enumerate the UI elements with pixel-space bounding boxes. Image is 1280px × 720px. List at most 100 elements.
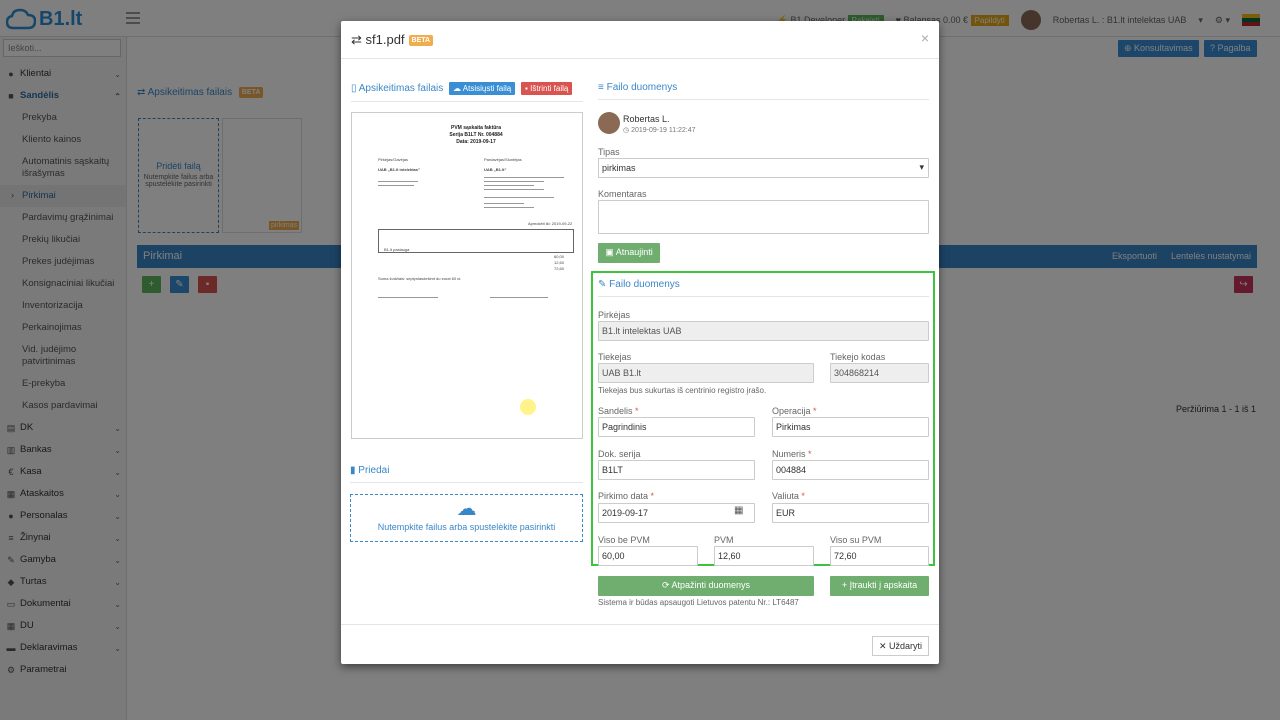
- required-marker: *: [650, 491, 655, 501]
- number-field[interactable]: 004884: [772, 460, 929, 480]
- files-section-title-text: Apsikeitimas failais: [358, 83, 444, 95]
- invoice-line: [490, 297, 548, 298]
- required-marker: *: [813, 406, 817, 416]
- invoice-seller-name: UAB „B1.lt": [484, 167, 507, 172]
- author-timestamp-text: 2019-09-19 11:22:47: [631, 127, 696, 134]
- database-icon: ≡: [598, 82, 604, 93]
- invoice-line: [378, 181, 418, 182]
- modal-title: ⇄ sf1.pdf BETA: [351, 32, 434, 48]
- purchase-date-label: Pirkimo data *: [598, 491, 654, 501]
- number-label-text: Numeris: [772, 449, 806, 459]
- net-label: Viso be PVM: [598, 535, 650, 545]
- close-button[interactable]: ✕ Uždaryti: [871, 636, 929, 656]
- operation-label: Operacija *: [772, 406, 817, 416]
- comment-label: Komentaras: [598, 189, 647, 199]
- include-in-accounting-label: Įtraukti į apskaita: [849, 580, 918, 590]
- invoice-line: [378, 297, 438, 298]
- doc-series-label: Dok. serija: [598, 449, 641, 459]
- warehouse-label: Sandelis *: [598, 406, 639, 416]
- close-button-label: Uždaryti: [888, 641, 922, 651]
- invoice-words: Suma žodžiais: septyniasdešimt du eurai …: [378, 276, 462, 281]
- operation-label-text: Operacija: [772, 406, 811, 416]
- currency-label: Valiuta *: [772, 491, 805, 501]
- file-icon: ▯: [351, 83, 357, 95]
- invoice-line: [484, 185, 534, 186]
- warehouse-label-text: Sandelis: [598, 406, 633, 416]
- buyer-field: B1.lt intelektas UAB: [598, 321, 929, 341]
- attachments-title-text: Priedai: [358, 465, 390, 476]
- recognized-data-title: ✎ Failo duomenys: [598, 279, 929, 297]
- pdf-preview[interactable]: PVM sąskaita faktūra Serija B1LT Nr. 004…: [351, 112, 583, 439]
- supplier-hint: Tiekejas bus sukurtas iš centrinio regis…: [598, 386, 767, 395]
- invoice-buyer-name: UAB „B1.lt intelektas": [378, 167, 420, 172]
- invoice-date: Data: 2019-09-17: [456, 139, 496, 145]
- invoice-item: B1.lt paslauga: [384, 247, 410, 252]
- buyer-label: Pirkėjas: [598, 310, 631, 320]
- purchase-date-field[interactable]: 2019-09-17: [598, 503, 755, 523]
- modal-header: ⇄ sf1.pdf BETA ×: [341, 21, 939, 59]
- supplier-code-label: Tiekejo kodas: [830, 352, 886, 362]
- invoice-buyer-header: Pirkėjas/Gavėjas: [378, 157, 409, 162]
- modal-footer: ✕ Uždaryti: [341, 624, 939, 664]
- comment-textarea[interactable]: [598, 200, 929, 234]
- supplier-code-field: 304868214: [830, 363, 929, 383]
- file-modal: ⇄ sf1.pdf BETA × ▯ Apsikeitimas failais ☁…: [341, 21, 939, 664]
- number-label: Numeris *: [772, 449, 812, 459]
- patent-note: Sistema ir būdas apsaugoti Lietuvos pate…: [598, 598, 799, 607]
- close-icon[interactable]: ×: [921, 30, 929, 46]
- invoice-vat: 12,60: [554, 260, 565, 265]
- update-button[interactable]: ▣ Atnaujinti: [598, 243, 660, 263]
- download-file-button[interactable]: ☁ Atsisiųsti failą: [449, 82, 516, 95]
- vat-field[interactable]: 12,60: [714, 546, 814, 566]
- files-section-title: ▯ Apsikeitimas failais ☁ Atsisiųsti fail…: [351, 82, 583, 102]
- net-total-field[interactable]: 60,00: [598, 546, 698, 566]
- modal-title-text: sf1.pdf: [365, 32, 405, 47]
- vat-label: PVM: [714, 535, 734, 545]
- invoice-line: [484, 197, 554, 198]
- invoice-due: Apmokėti iki: 2019-09-22: [528, 221, 573, 226]
- recognize-data-button[interactable]: ⟳ Atpažinti duomenys: [598, 576, 814, 596]
- required-marker: *: [801, 491, 805, 501]
- invoice-line: [484, 207, 534, 208]
- cloud-upload-icon: ☁: [456, 498, 477, 520]
- supplier-field: UAB B1.lt: [598, 363, 814, 383]
- pen-icon: ✎: [598, 279, 607, 290]
- beta-badge: BETA: [408, 35, 434, 47]
- required-marker: *: [808, 449, 812, 459]
- invoice-document: PVM sąskaita faktūra Serija B1LT Nr. 004…: [378, 121, 574, 311]
- file-icon: ▮: [350, 465, 356, 476]
- type-label: Tipas: [598, 147, 620, 157]
- include-in-accounting-button[interactable]: + Įtraukti į apskaita: [830, 576, 929, 596]
- attachments-dropzone[interactable]: ☁ Nutempkite failus arba spustelėkite pa…: [350, 494, 583, 542]
- warehouse-field[interactable]: Pagrindinis: [598, 417, 755, 437]
- required-marker: *: [635, 406, 639, 416]
- invoice-line: [378, 185, 414, 186]
- currency-label-text: Valiuta: [772, 491, 799, 501]
- supplier-label: Tiekejas: [598, 352, 632, 362]
- currency-field[interactable]: EUR: [772, 503, 929, 523]
- download-file-label: Atsisiųsti failą: [462, 84, 512, 93]
- delete-file-button[interactable]: ▪ Ištrinti failą: [521, 82, 573, 95]
- invoice-seller-header: Pardavėjas/Siuntėjas: [484, 157, 522, 162]
- gross-label: Viso su PVM: [830, 535, 882, 545]
- invoice-total: 60,00: [554, 254, 565, 259]
- invoice-line: [484, 189, 544, 190]
- operation-field[interactable]: Pirkimas: [772, 417, 929, 437]
- calendar-icon[interactable]: ▦: [734, 505, 743, 516]
- dropzone-text: Nutempkite failus arba spustelėkite pasi…: [377, 522, 556, 532]
- attachments-title: ▮ Priedai: [350, 465, 583, 483]
- gross-total-field[interactable]: 72,60: [830, 546, 929, 566]
- invoice-title: PVM sąskaita faktūra: [450, 125, 502, 131]
- type-select[interactable]: pirkimas: [598, 158, 929, 178]
- invoice-line: [484, 181, 544, 182]
- purchase-date-label-text: Pirkimo data: [598, 491, 649, 501]
- file-data-section-title: ≡ Failo duomenys: [598, 82, 929, 100]
- invoice-line: [484, 203, 524, 204]
- doc-series-field[interactable]: B1LT: [598, 460, 755, 480]
- invoice-line: [484, 177, 564, 178]
- recognized-data-title-text: Failo duomenys: [609, 279, 680, 290]
- author-timestamp: ◷ 2019-09-19 11:22:47: [623, 127, 696, 134]
- author-avatar: [598, 112, 620, 134]
- mouse-cursor-highlight: [520, 399, 536, 415]
- recognize-data-label: Atpažinti duomenys: [671, 580, 751, 590]
